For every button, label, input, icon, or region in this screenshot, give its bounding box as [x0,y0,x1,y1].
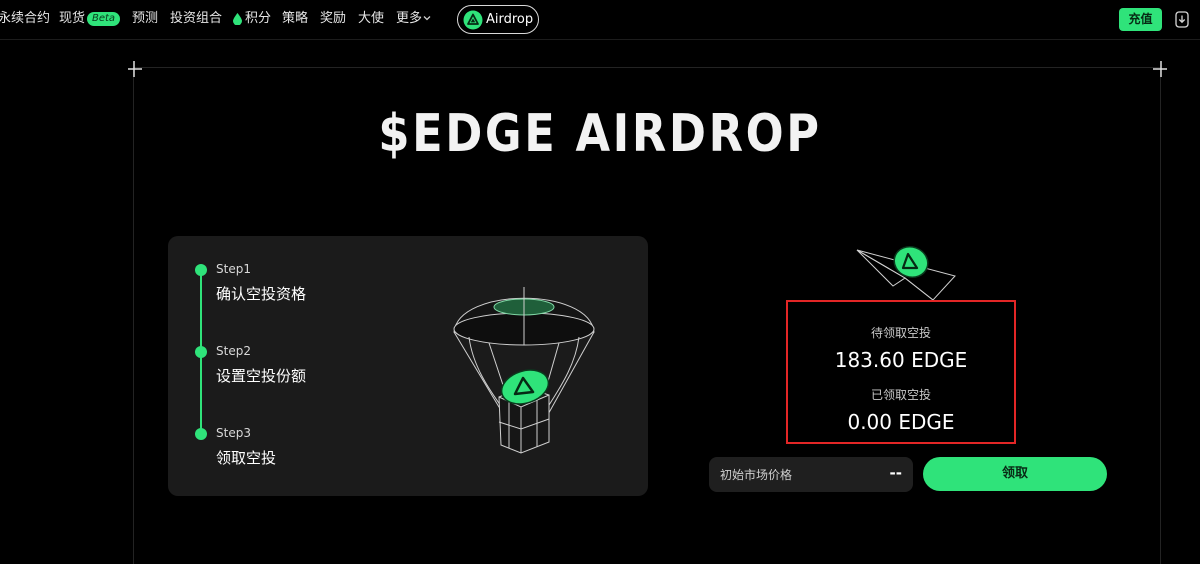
claimed-airdrop-label: 已领取空投 [870,388,931,402]
chevron-down-icon [423,16,431,21]
airdrop-tab[interactable]: Airdrop [457,5,539,34]
recharge-button[interactable]: 充值 [1119,8,1162,31]
pending-airdrop-label: 待领取空投 [870,326,931,340]
initial-price-label: 初始市场价格 [720,468,793,482]
airdrop-summary: 待领取空投 183.60 EDGE 已领取空投 0.00 EDGE [786,300,1016,444]
step-dot [195,264,207,276]
initial-price-value: -- [889,464,902,482]
top-nav: 永续合约 现货 Beta 预测 投资组合 积分 策略 奖励 大使 更多 Aird… [0,0,1200,40]
steps-card: Step1 确认空投资格 Step2 设置空投份额 Step3 领取空投 [168,236,648,496]
claim-button[interactable]: 领取 [923,457,1107,491]
download-icon[interactable] [1175,11,1189,28]
nav-strategy[interactable]: 策略 [282,11,308,27]
paper-plane-illustration [856,246,956,301]
beta-badge: Beta [87,12,121,26]
step-title: 设置空投份额 [216,367,307,385]
nav-portfolio[interactable]: 投资组合 [170,11,222,27]
nav-spot[interactable]: 现货 [59,11,85,27]
edge-logo-icon [463,10,483,30]
page-title: $EDGE AIRDROP [378,104,822,164]
nav-rewards[interactable]: 奖励 [320,11,346,27]
step-title: 确认空投资格 [216,285,307,303]
claimed-airdrop-value: 0.00 EDGE [847,410,955,434]
step-number: Step2 [216,344,251,358]
frame-corner-icon [128,61,142,77]
nav-prediction[interactable]: 预测 [132,11,158,27]
initial-price-field: 初始市场价格 -- [709,457,913,492]
step-dot [195,346,207,358]
nav-points[interactable]: 积分 [245,11,271,27]
parachute-illustration [453,287,595,454]
airdrop-tab-label: Airdrop [486,12,534,27]
nav-ambassador[interactable]: 大使 [358,11,384,27]
pending-airdrop-value: 183.60 EDGE [834,348,968,372]
nav-more[interactable]: 更多 [396,11,422,27]
frame-corner-icon [1153,61,1167,77]
step-number: Step1 [216,262,251,276]
step-number: Step3 [216,426,251,440]
step-dot [195,428,207,440]
drop-icon [233,13,242,25]
step-title: 领取空投 [216,449,277,467]
nav-perpetual[interactable]: 永续合约 [0,11,50,27]
